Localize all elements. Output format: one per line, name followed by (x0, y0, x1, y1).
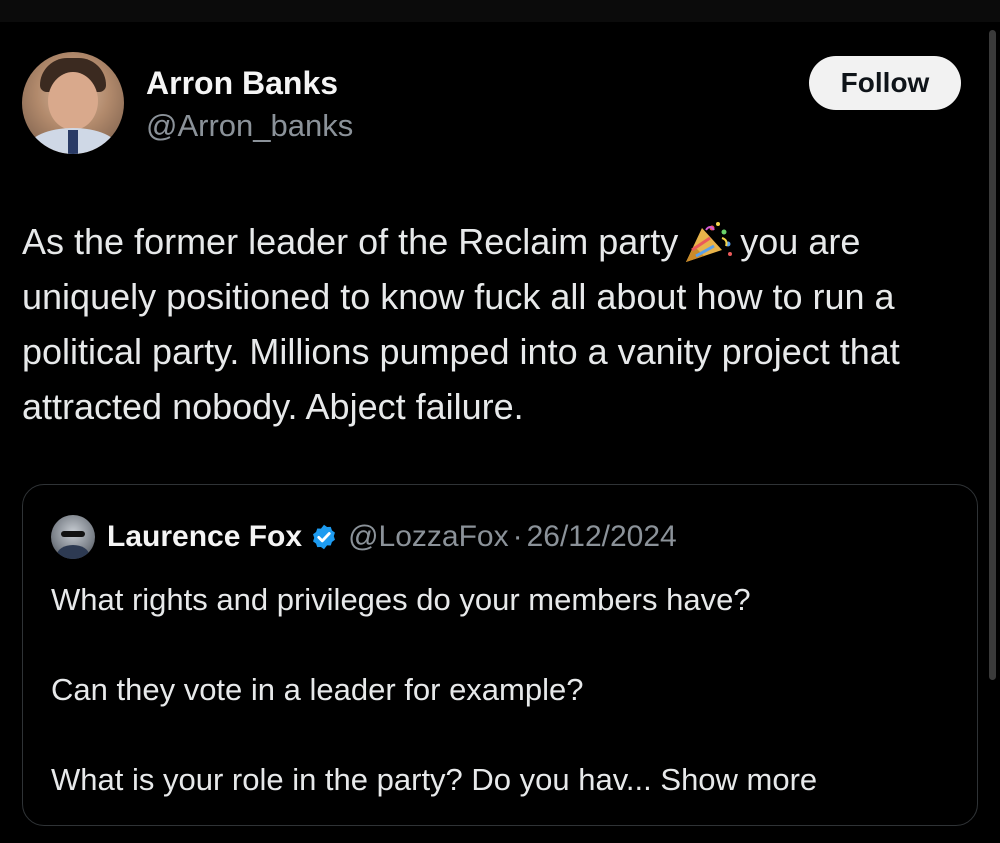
quoted-tweet-date[interactable]: 26/12/2024 (527, 520, 677, 554)
follow-button[interactable]: Follow (809, 56, 961, 110)
avatar-body (57, 545, 89, 559)
party-popper-icon (686, 222, 733, 262)
tweet-text: As the former leader of the Reclaim part… (22, 214, 982, 434)
verified-badge-icon (313, 524, 336, 550)
tweet-header: Arron Banks @Arron_banks Follow (22, 52, 972, 162)
author-handle[interactable]: @Arron_banks (146, 108, 353, 144)
avatar-face (48, 72, 98, 130)
separator-dot: · (512, 520, 523, 553)
screen: Arron Banks @Arron_banks Follow As the f… (0, 0, 1000, 843)
quoted-paragraph-1: What rights and privileges do your membe… (51, 582, 751, 617)
quoted-paragraph-3: What is your role in the party? Do you h… (51, 757, 951, 802)
quoted-paragraph-2: Can they vote in a leader for example? (51, 672, 584, 707)
quoted-tweet-body: What rights and privileges do your membe… (51, 577, 951, 802)
scrollbar[interactable] (989, 30, 996, 680)
author-avatar[interactable] (22, 52, 124, 154)
quoted-author-handle[interactable]: @LozzaFox (348, 520, 509, 554)
avatar-tie (68, 130, 78, 154)
tweet-text-part1: As the former leader of the Reclaim part… (22, 221, 679, 262)
author-name[interactable]: Arron Banks (146, 65, 338, 102)
top-status-strip (0, 0, 1000, 22)
quoted-tweet-header: Laurence Fox @LozzaFox · 26/12/2024 (51, 515, 677, 559)
show-more-link[interactable]: Show more (660, 762, 817, 797)
avatar-sunglasses (61, 531, 85, 537)
quoted-author-name[interactable]: Laurence Fox (107, 520, 302, 554)
quoted-author-avatar[interactable] (51, 515, 95, 559)
quoted-paragraph-3-text: What is your role in the party? Do you h… (51, 762, 652, 797)
quoted-tweet-card[interactable]: Laurence Fox @LozzaFox · 26/12/2024 What… (22, 484, 978, 826)
